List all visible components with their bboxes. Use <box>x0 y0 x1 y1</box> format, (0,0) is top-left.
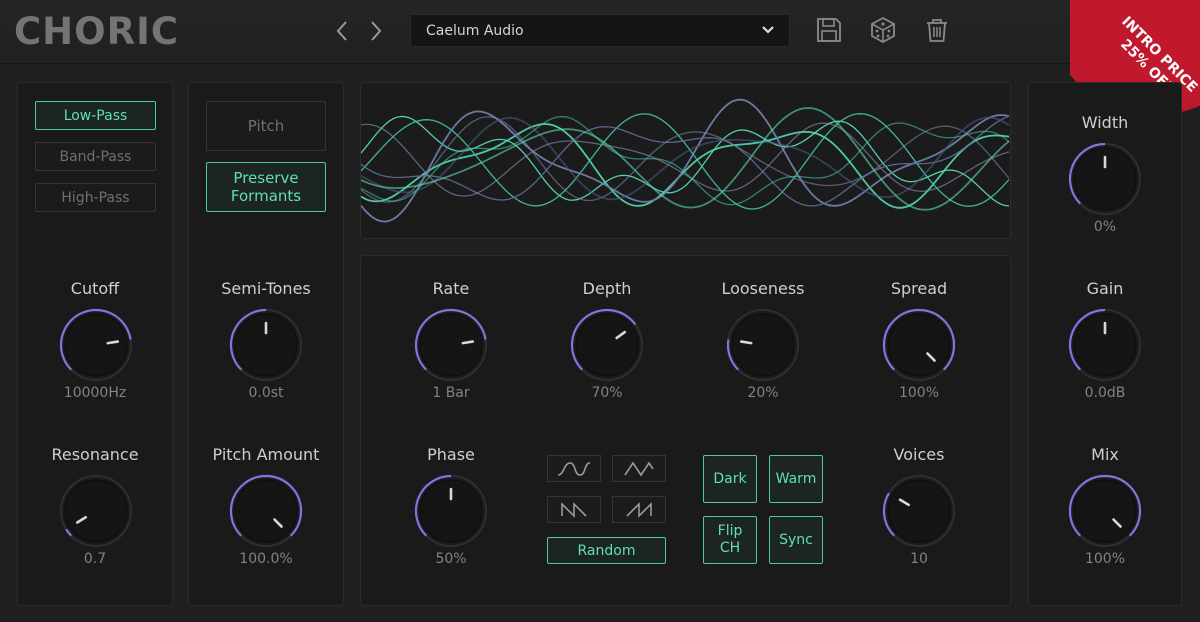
pitch-amount-label: Pitch Amount <box>212 445 320 464</box>
knob-body <box>1073 479 1137 543</box>
mix-label: Mix <box>1091 445 1119 464</box>
cutoff-label: Cutoff <box>70 279 120 298</box>
semi-tones-label: Semi-Tones <box>221 279 311 298</box>
knob-body <box>419 313 483 377</box>
voice-waveforms <box>361 98 1010 223</box>
flip-line-2: CH <box>719 540 741 556</box>
pitch-amount-value: 100.0% <box>239 551 293 567</box>
header-bar: CHORIC Caelum Audio INTRO PRICE 25% OFF <box>0 0 1200 115</box>
saw-up-wave-icon <box>626 501 652 518</box>
band-pass-button[interactable]: Band-Pass <box>35 142 156 171</box>
width-knob[interactable] <box>1065 139 1145 219</box>
waveform-display <box>360 82 1011 239</box>
smooth-wave-icon <box>557 461 591 476</box>
pitch-button[interactable]: Pitch <box>206 101 326 151</box>
gain-label: Gain <box>1086 279 1124 298</box>
saw-down-wave-icon <box>561 501 587 518</box>
lfo-shape-saw-down-button[interactable] <box>547 496 601 523</box>
knob-body <box>731 313 795 377</box>
voice-wave-line <box>361 98 1010 223</box>
warm-toggle[interactable]: Warm <box>769 455 823 503</box>
mix-value: 100% <box>1084 551 1126 567</box>
semi-tones-value: 0.0st <box>248 385 284 401</box>
looseness-label: Looseness <box>721 279 805 298</box>
gain-knob[interactable] <box>1065 305 1145 385</box>
previous-preset-button[interactable] <box>331 18 353 44</box>
voices-value: 10 <box>910 551 928 567</box>
lfo-shape-triangle-button[interactable] <box>612 455 666 482</box>
app-logo: CHORIC <box>14 10 179 53</box>
lfo-shape-smooth-button[interactable] <box>547 455 601 482</box>
lfo-shape-saw-up-button[interactable] <box>612 496 666 523</box>
knob-body <box>64 313 128 377</box>
preserve-formants-button[interactable]: Preserve Formants <box>206 162 326 212</box>
random-shape-button[interactable]: Random <box>547 537 666 564</box>
triangle-wave-icon <box>624 461 654 476</box>
voice-wave-line <box>361 115 1010 207</box>
spread-label: Spread <box>890 279 948 298</box>
resonance-value: 0.7 <box>83 551 107 567</box>
depth-knob[interactable] <box>567 305 647 385</box>
preserve-formants-line-2: Formants <box>230 187 302 205</box>
chevron-left-icon <box>336 21 347 41</box>
depth-label: Depth <box>582 279 632 298</box>
resonance-knob[interactable] <box>56 471 136 551</box>
low-pass-button[interactable]: Low-Pass <box>35 101 156 130</box>
floppy-disk-icon <box>817 18 841 42</box>
phase-label: Phase <box>427 445 475 464</box>
dark-toggle[interactable]: Dark <box>703 455 757 503</box>
phase-value: 50% <box>435 551 467 567</box>
knob-body <box>64 479 128 543</box>
sync-toggle[interactable]: Sync <box>769 516 823 564</box>
dice-icon <box>871 16 895 44</box>
knob-pointer <box>461 340 475 345</box>
phase-knob[interactable] <box>411 471 491 551</box>
rate-knob[interactable] <box>411 305 491 385</box>
knob-value-arc <box>65 528 73 537</box>
voice-wave-line <box>361 115 1010 207</box>
resonance-label: Resonance <box>51 445 139 464</box>
high-pass-button[interactable]: High-Pass <box>35 183 156 212</box>
preset-dropdown[interactable]: Caelum Audio <box>410 14 790 47</box>
trash-icon <box>927 19 947 42</box>
knob-pointer <box>739 340 753 345</box>
rate-label: Rate <box>432 279 470 298</box>
voice-wave-line <box>361 113 1010 210</box>
width-value: 0% <box>1093 219 1117 235</box>
mix-knob[interactable] <box>1065 471 1145 551</box>
chevron-right-icon <box>371 21 382 41</box>
cutoff-value: 10000Hz <box>63 385 127 401</box>
looseness-value: 20% <box>747 385 779 401</box>
voice-wave-line <box>361 115 1010 206</box>
semi-tones-knob[interactable] <box>226 305 306 385</box>
cutoff-knob[interactable] <box>56 305 136 385</box>
next-preset-button[interactable] <box>365 18 387 44</box>
delete-preset-button[interactable] <box>922 15 952 45</box>
spread-knob[interactable] <box>879 305 959 385</box>
gain-value: 0.0dB <box>1084 385 1126 401</box>
knob-pointer <box>106 340 120 345</box>
randomize-button[interactable] <box>868 15 898 45</box>
flip-line-1: Flip <box>717 523 743 539</box>
voice-wave-line <box>361 116 1010 201</box>
pitch-amount-knob[interactable] <box>226 471 306 551</box>
chevron-down-icon <box>762 26 774 34</box>
save-preset-button[interactable] <box>814 15 844 45</box>
knob-body <box>887 313 951 377</box>
knob-body <box>887 479 951 543</box>
rate-value: 1 Bar <box>432 385 470 401</box>
knob-body <box>234 479 298 543</box>
preserve-formants-line-1: Preserve <box>233 169 299 187</box>
looseness-knob[interactable] <box>723 305 803 385</box>
depth-value: 70% <box>591 385 623 401</box>
voices-knob[interactable] <box>879 471 959 551</box>
width-label: Width <box>1081 113 1129 132</box>
voices-label: Voices <box>893 445 945 464</box>
preset-name: Caelum Audio <box>426 22 524 39</box>
flip-channel-toggle[interactable]: Flip CH <box>703 516 757 564</box>
spread-value: 100% <box>898 385 940 401</box>
knob-body <box>575 313 639 377</box>
